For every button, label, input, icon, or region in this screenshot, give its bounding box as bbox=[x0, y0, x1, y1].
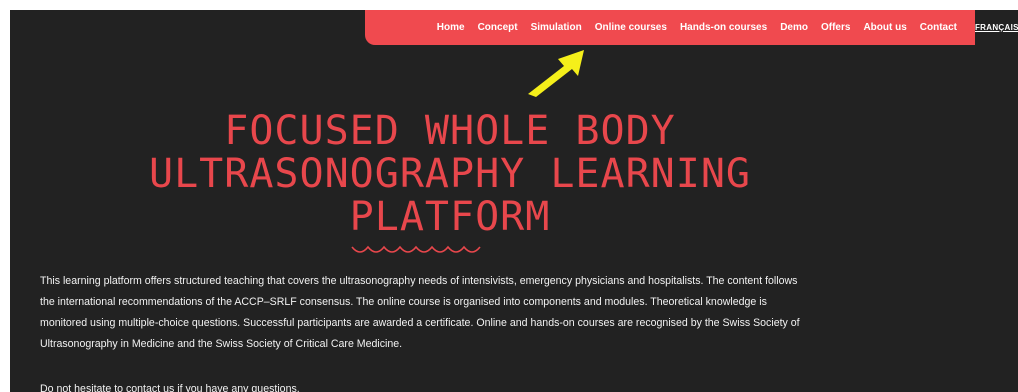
nav-about-us[interactable]: About us bbox=[863, 22, 906, 33]
hero-title: FOCUSED WHOLE BODY ULTRASONOGRAPHY LEARN… bbox=[149, 108, 751, 240]
nav-offers[interactable]: Offers bbox=[821, 22, 850, 33]
screenshot-frame: Home Concept Simulation Online courses H… bbox=[10, 10, 1018, 392]
squiggle-divider-icon bbox=[351, 245, 481, 253]
contact-invite-text: Do not hesitate to contact us if you hav… bbox=[40, 383, 300, 392]
main-navbar: Home Concept Simulation Online courses H… bbox=[365, 10, 975, 45]
nav-hands-on-courses[interactable]: Hands-on courses bbox=[680, 22, 767, 33]
nav-demo[interactable]: Demo bbox=[780, 22, 808, 33]
nav-concept[interactable]: Concept bbox=[478, 22, 518, 33]
nav-online-courses[interactable]: Online courses bbox=[595, 22, 667, 33]
nav-home[interactable]: Home bbox=[437, 22, 465, 33]
nav-contact[interactable]: Contact bbox=[920, 22, 957, 33]
intro-paragraph: This learning platform offers structured… bbox=[40, 275, 800, 350]
yellow-arrow-icon bbox=[528, 50, 584, 97]
nav-simulation[interactable]: Simulation bbox=[531, 22, 582, 33]
language-switch[interactable]: FRANÇAIS bbox=[975, 23, 1018, 32]
